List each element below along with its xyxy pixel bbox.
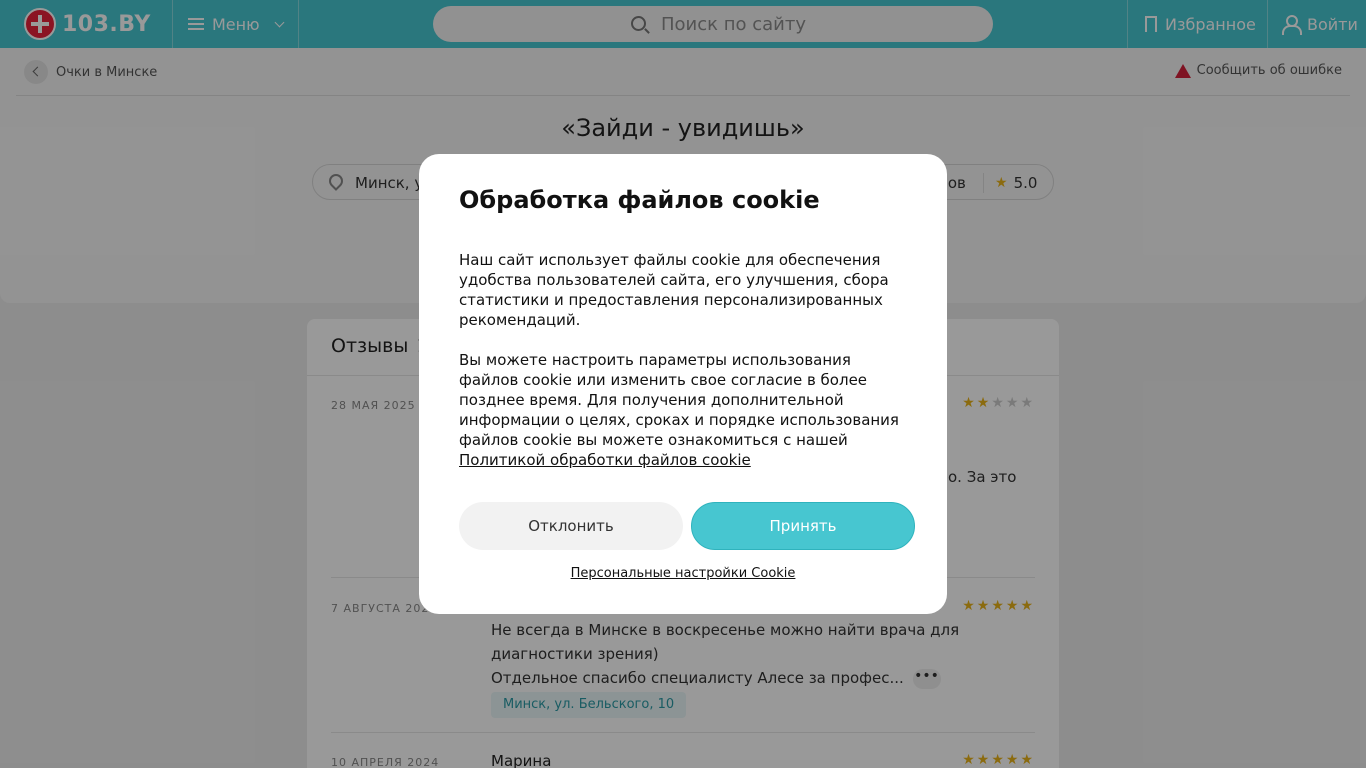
cookie-paragraph: Наш сайт использует файлы cookie для обе… — [459, 251, 889, 329]
cookie-paragraph-text: Вы можете настроить параметры использова… — [459, 351, 899, 449]
cookie-modal: Обработка файлов cookie Наш сайт использ… — [419, 154, 947, 614]
accept-button[interactable]: Принять — [691, 502, 915, 550]
decline-button[interactable]: Отклонить — [459, 502, 683, 550]
cookie-policy-link[interactable]: Политикой обработки файлов cookie — [459, 451, 751, 469]
cookie-settings-link[interactable]: Персональные настройки Cookie — [419, 566, 947, 581]
cookie-paragraph: Вы можете настроить параметры использова… — [459, 350, 907, 470]
cookie-modal-title: Обработка файлов cookie — [459, 186, 820, 214]
cookie-buttons: Отклонить Принять — [459, 502, 915, 550]
